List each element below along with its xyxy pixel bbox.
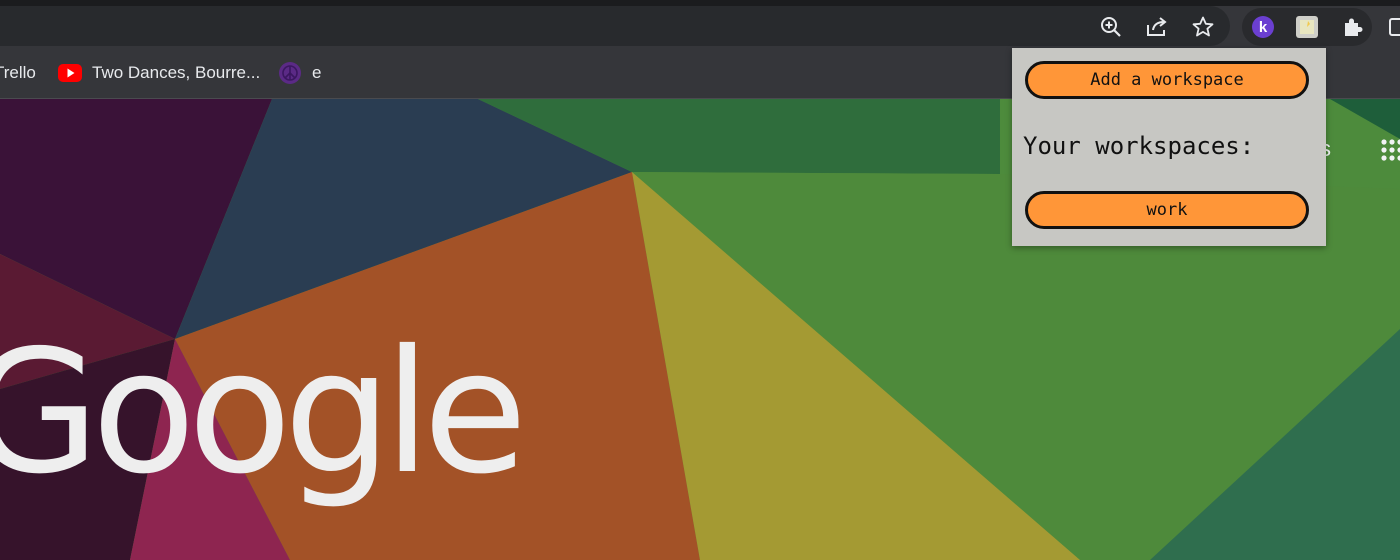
workspace-button-work[interactable]: work bbox=[1025, 191, 1309, 229]
bookmark-two-dances[interactable]: Two Dances, Bourre... bbox=[58, 62, 260, 84]
google-logo: Google bbox=[0, 314, 527, 512]
peace-icon bbox=[278, 61, 302, 85]
bookmark-label: Two Dances, Bourre... bbox=[92, 63, 261, 82]
bookmark-label: e bbox=[312, 63, 322, 82]
kami-extension-icon[interactable]: k bbox=[1250, 14, 1276, 40]
share-icon[interactable] bbox=[1144, 14, 1170, 40]
workspaces-heading: Your workspaces: bbox=[1023, 132, 1255, 160]
bookmark-star-icon[interactable] bbox=[1190, 14, 1216, 40]
workspace-extension-popup: Add a workspace Your workspaces: work bbox=[1012, 48, 1326, 246]
bookmark-e[interactable]: e bbox=[278, 62, 321, 84]
side-panel-icon[interactable] bbox=[1385, 14, 1400, 40]
kami-letter: k bbox=[1259, 19, 1268, 36]
bookmark-trello[interactable]: Trello bbox=[0, 62, 36, 84]
zoom-icon[interactable] bbox=[1098, 14, 1124, 40]
add-workspace-button[interactable]: Add a workspace bbox=[1025, 61, 1309, 99]
apps-grid-icon[interactable] bbox=[1380, 138, 1400, 166]
browser-toolbar: k bbox=[0, 6, 1400, 48]
workspace-extension-icon[interactable] bbox=[1294, 14, 1320, 40]
extensions-puzzle-icon[interactable] bbox=[1340, 14, 1366, 40]
bookmark-label: Trello bbox=[0, 63, 36, 82]
youtube-icon bbox=[58, 64, 82, 82]
address-bar[interactable] bbox=[0, 6, 1230, 46]
